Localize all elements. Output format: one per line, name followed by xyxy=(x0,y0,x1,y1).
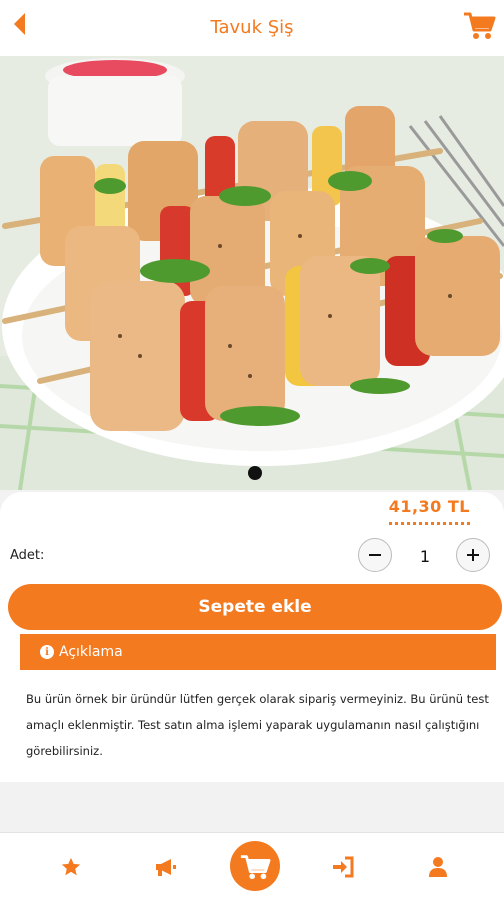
increase-quantity-button[interactable] xyxy=(456,538,490,572)
minus-icon xyxy=(369,554,381,556)
description-text: Bu ürün örnek bir üründür lütfen gerçek … xyxy=(26,692,489,758)
login-icon xyxy=(333,856,354,878)
page-title: Tavuk Şiş xyxy=(210,17,294,38)
nav-profile[interactable] xyxy=(408,833,468,900)
quantity-label: Adet: xyxy=(10,548,45,563)
quantity-value: 1 xyxy=(419,547,431,566)
add-to-cart-button[interactable]: Sepete ekle xyxy=(8,584,502,630)
star-icon xyxy=(61,857,81,876)
megaphone-icon xyxy=(156,859,176,876)
description-title: Açıklama xyxy=(59,644,123,660)
nav-campaigns[interactable] xyxy=(136,833,196,900)
nav-login[interactable] xyxy=(313,833,373,900)
top-header: Tavuk Şiş xyxy=(0,0,504,56)
nav-cart[interactable] xyxy=(230,841,280,891)
product-price: 41,30 TL xyxy=(388,497,470,525)
info-icon: i xyxy=(40,645,54,659)
shopping-cart-icon[interactable] xyxy=(462,6,496,42)
nav-favorites[interactable] xyxy=(41,833,101,900)
description-header[interactable]: i Açıklama xyxy=(20,634,496,670)
carousel-indicator[interactable] xyxy=(248,466,262,480)
decrease-quantity-button[interactable] xyxy=(358,538,392,572)
product-image xyxy=(0,56,504,490)
user-icon xyxy=(429,857,447,877)
plus-icon xyxy=(467,549,479,561)
cart-icon xyxy=(240,855,271,880)
